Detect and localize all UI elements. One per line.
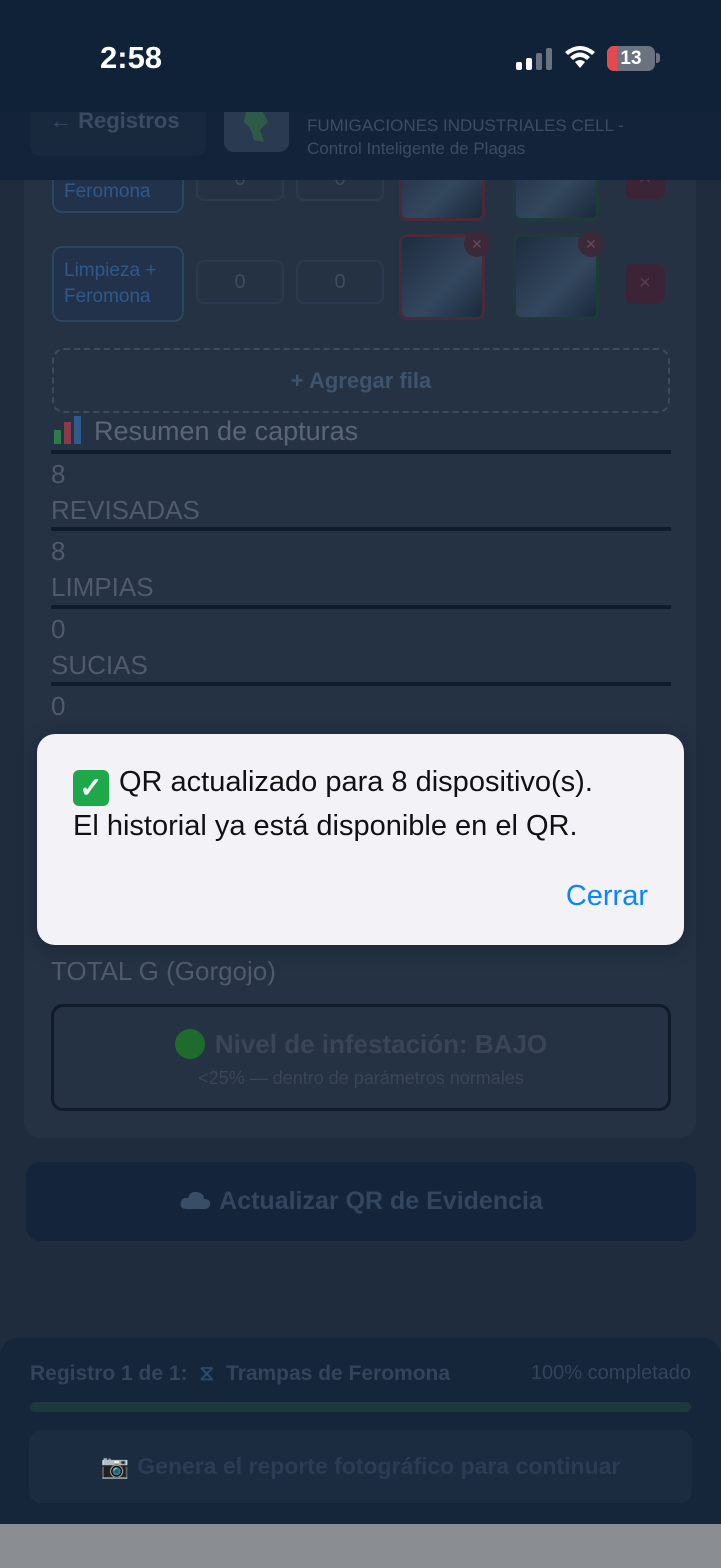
progress-bar: [30, 1402, 691, 1412]
alert-line1: ✓ QR actualizado para 8 dispositivo(s).: [73, 762, 663, 806]
stat-other: 0: [51, 688, 671, 724]
trap-type-label: Feromona: [64, 181, 151, 202]
divider: [51, 450, 671, 454]
status-bar: 2:58 13: [0, 0, 721, 112]
count-input[interactable]: 0: [296, 260, 384, 304]
trap-type-label: Limpieza +: [64, 260, 157, 281]
alert-line1-text: QR actualizado para 8 dispositivo(s).: [119, 766, 593, 798]
app-header: ← Registros FUMIGACIONES INDUSTRIALES CE…: [0, 102, 721, 180]
company-name-line1: FUMIGACIONES INDUSTRIALES CELL -: [307, 116, 624, 135]
stat-label: LIMPIAS: [51, 572, 154, 602]
report-button-label: Genera el reporte fotográfico para conti…: [137, 1453, 621, 1479]
total-g-label: TOTAL G (Gorgojo): [51, 956, 276, 986]
infestation-title: Nivel de infestación: BAJO: [54, 1029, 668, 1060]
remove-photo-icon[interactable]: ✕: [464, 231, 490, 257]
progress-percent: 100% completado: [530, 1362, 691, 1384]
remove-photo-icon[interactable]: ✕: [578, 231, 604, 257]
count-input[interactable]: 0: [196, 260, 284, 304]
stat-value: 8: [51, 459, 66, 489]
divider: [51, 682, 671, 686]
trap-type-label: Feromona: [64, 286, 151, 307]
registro-name: Trampas de Feromona: [225, 1362, 451, 1385]
stat-label: REVISADAS: [51, 495, 200, 525]
stat-value: 0: [51, 614, 66, 644]
generate-report-button[interactable]: 📷 Genera el reporte fotográfico para cont…: [29, 1430, 692, 1503]
registro-label: Registro 1 de 1: ⧖ Trampas de Feromona: [30, 1362, 450, 1386]
trap-type-select[interactable]: Limpieza + Feromona: [52, 246, 184, 322]
infestation-subtitle: <25% — dentro de parámetros normales: [198, 1068, 524, 1088]
summary-title: Resumen de capturas: [94, 416, 359, 446]
infestation-level-box: Nivel de infestación: BAJO <25% — dentro…: [51, 1004, 671, 1111]
delete-row-button[interactable]: ✕: [625, 264, 665, 304]
progress-fill: [30, 1402, 691, 1412]
divider: [51, 527, 671, 531]
battery-tip: [656, 53, 660, 63]
stat-limpias: 8 LIMPIAS: [51, 533, 671, 605]
camera-icon: 📷: [100, 1453, 130, 1479]
infestation-title-text: Nivel de infestación: BAJO: [214, 1029, 548, 1059]
close-button[interactable]: Cerrar: [566, 880, 648, 913]
alert-message: ✓ QR actualizado para 8 dispositivo(s). E…: [73, 762, 663, 846]
summary-heading: Resumen de capturas: [52, 416, 358, 447]
wifi-icon: [565, 46, 595, 68]
stat-label: SUCIAS: [51, 650, 148, 680]
divider: [51, 605, 671, 609]
home-indicator-area: [0, 1524, 721, 1568]
company-name-line2: Control Inteligente de Plagas: [307, 139, 526, 158]
add-row-button[interactable]: + Agregar fila: [52, 348, 670, 413]
alert-dialog: ✓ QR actualizado para 8 dispositivo(s). E…: [37, 734, 684, 945]
photo-thumbnail[interactable]: ✕: [513, 231, 604, 320]
bottom-progress-panel: Registro 1 de 1: ⧖ Trampas de Feromona 1…: [0, 1338, 721, 1524]
stat-value: 0: [51, 691, 66, 721]
green-circle-icon: [174, 1029, 205, 1059]
photo-thumbnail[interactable]: ✕: [399, 231, 490, 320]
battery-percent: 13: [620, 48, 642, 69]
battery-icon: 13: [607, 46, 655, 71]
status-time: 2:58: [100, 40, 163, 75]
stat-sucias: 0 SUCIAS: [51, 611, 671, 683]
check-mark-icon: ✓: [73, 770, 109, 806]
trap-row: Limpieza + Feromona 0 0 ✕ ✕ ✕: [52, 231, 672, 336]
cellular-signal-icon: [516, 48, 552, 70]
cloud-icon: [180, 1191, 211, 1209]
stat-value: 8: [51, 536, 66, 566]
butterfly-icon: ⧖: [199, 1362, 215, 1385]
update-qr-button[interactable]: Actualizar QR de Evidencia: [26, 1162, 696, 1241]
alert-line2: El historial ya está disponible en el QR…: [73, 810, 578, 842]
stat-revisadas: 8 REVISADAS: [51, 456, 671, 528]
registro-counter: Registro 1 de 1:: [30, 1362, 188, 1385]
company-name: FUMIGACIONES INDUSTRIALES CELL - Control…: [307, 114, 624, 160]
bar-chart-icon: [54, 416, 81, 444]
update-qr-label: Actualizar QR de Evidencia: [219, 1187, 543, 1215]
